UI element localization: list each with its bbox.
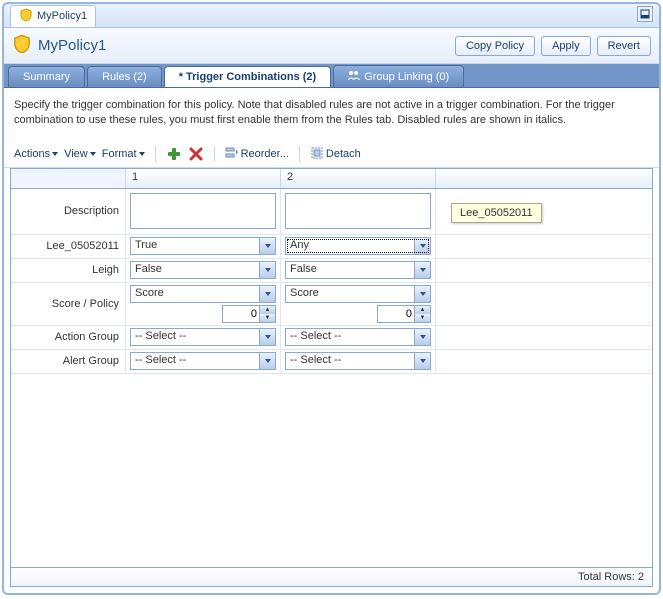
detach-button[interactable]: Detach xyxy=(310,146,361,163)
reorder-button[interactable]: Reorder... xyxy=(225,146,289,163)
row-label: Alert Group xyxy=(11,350,126,373)
view-menu[interactable]: View xyxy=(64,148,96,160)
nav-tabs: Summary Rules (2) * Trigger Combinations… xyxy=(4,64,659,88)
column-header-2[interactable]: 2 xyxy=(281,169,436,188)
row-label: Action Group xyxy=(11,326,126,349)
chevron-down-icon xyxy=(414,262,430,278)
row-label: Description xyxy=(11,189,126,234)
grid-footer: Total Rows: 2 xyxy=(10,568,653,587)
score-value-1[interactable] xyxy=(223,306,259,322)
row-label: Leigh xyxy=(11,259,126,282)
chevron-down-icon xyxy=(90,152,96,156)
cell-description-2 xyxy=(281,189,436,234)
tab-trigger-combinations[interactable]: * Trigger Combinations (2) xyxy=(164,66,332,87)
minimize-icon[interactable] xyxy=(637,6,653,22)
tab-summary[interactable]: Summary xyxy=(8,66,85,87)
row-label: Lee_05052011 xyxy=(11,235,126,258)
spin-up-icon[interactable]: ▲ xyxy=(415,306,430,314)
description-input-1[interactable] xyxy=(130,193,276,229)
leigh-combo-2[interactable]: False xyxy=(285,261,431,279)
grid-corner xyxy=(11,169,126,188)
separator xyxy=(155,146,156,162)
spin-down-icon[interactable]: ▼ xyxy=(260,314,275,322)
apply-button[interactable]: Apply xyxy=(541,36,591,56)
column-header-1[interactable]: 1 xyxy=(126,169,281,188)
grid-body: Description Lee_05052011 True Any Leigh … xyxy=(11,189,652,567)
row-alert-group: Alert Group -- Select -- -- Select -- xyxy=(11,350,652,374)
score-value-2[interactable] xyxy=(378,306,414,322)
separator xyxy=(214,146,215,162)
chevron-down-icon xyxy=(414,353,430,369)
chevron-down-icon xyxy=(259,286,275,302)
action-combo-1[interactable]: -- Select -- xyxy=(130,328,276,346)
intro-text: Specify the trigger combination for this… xyxy=(4,88,659,142)
lee-combo-2[interactable]: Any xyxy=(285,237,431,255)
chevron-down-icon xyxy=(414,238,430,254)
shield-icon xyxy=(12,34,32,58)
reorder-icon xyxy=(225,146,239,163)
shield-icon xyxy=(19,8,33,25)
leigh-combo-1[interactable]: False xyxy=(130,261,276,279)
chevron-down-icon xyxy=(52,152,58,156)
score-combo-2[interactable]: Score xyxy=(285,285,431,303)
chevron-down-icon xyxy=(259,329,275,345)
chevron-down-icon xyxy=(259,353,275,369)
add-button[interactable] xyxy=(166,146,182,162)
document-tab[interactable]: MyPolicy1 xyxy=(10,5,96,27)
total-rows-label: Total Rows: 2 xyxy=(578,571,644,583)
toolbar: Actions View Format Reorder... Detach xyxy=(4,142,659,168)
detach-icon xyxy=(310,146,324,163)
tab-rules[interactable]: Rules (2) xyxy=(87,66,162,87)
tab-group-linking[interactable]: Group Linking (0) xyxy=(333,65,464,87)
actions-menu[interactable]: Actions xyxy=(14,148,58,160)
revert-button[interactable]: Revert xyxy=(597,36,651,56)
grid-header: 1 2 xyxy=(11,169,652,189)
document-tabstrip: MyPolicy1 xyxy=(4,4,659,28)
separator xyxy=(299,146,300,162)
chevron-down-icon xyxy=(414,286,430,302)
chevron-down-icon xyxy=(259,238,275,254)
copy-policy-button[interactable]: Copy Policy xyxy=(455,36,535,56)
spin-down-icon[interactable]: ▼ xyxy=(415,314,430,322)
row-action-group: Action Group -- Select -- -- Select -- xyxy=(11,326,652,350)
lee-combo-1[interactable]: True xyxy=(130,237,276,255)
page-title: MyPolicy1 xyxy=(12,34,449,58)
score-combo-1[interactable]: Score xyxy=(130,285,276,303)
row-score: Score / Policy Score ▲▼ Score ▲▼ xyxy=(11,283,652,326)
grid: 1 2 Description Lee_05052011 True Any xyxy=(10,168,653,568)
cell-description-1 xyxy=(126,189,281,234)
row-leigh: Leigh False False xyxy=(11,259,652,283)
score-spinner-2[interactable]: ▲▼ xyxy=(377,305,431,323)
document-tab-label: MyPolicy1 xyxy=(37,10,87,22)
group-icon xyxy=(348,70,360,83)
tooltip: Lee_05052011 xyxy=(451,203,542,223)
delete-button[interactable] xyxy=(188,146,204,162)
description-input-2[interactable] xyxy=(285,193,431,229)
score-spinner-1[interactable]: ▲▼ xyxy=(222,305,276,323)
chevron-down-icon xyxy=(414,329,430,345)
row-lee: Lee_05052011 True Any xyxy=(11,235,652,259)
chevron-down-icon xyxy=(259,262,275,278)
row-description: Description xyxy=(11,189,652,235)
spin-up-icon[interactable]: ▲ xyxy=(260,306,275,314)
alert-combo-2[interactable]: -- Select -- xyxy=(285,352,431,370)
action-combo-2[interactable]: -- Select -- xyxy=(285,328,431,346)
format-menu[interactable]: Format xyxy=(102,148,145,160)
chevron-down-icon xyxy=(139,152,145,156)
page-header: MyPolicy1 Copy Policy Apply Revert xyxy=(4,28,659,64)
row-label: Score / Policy xyxy=(11,283,126,325)
page-title-text: MyPolicy1 xyxy=(38,37,106,54)
alert-combo-1[interactable]: -- Select -- xyxy=(130,352,276,370)
